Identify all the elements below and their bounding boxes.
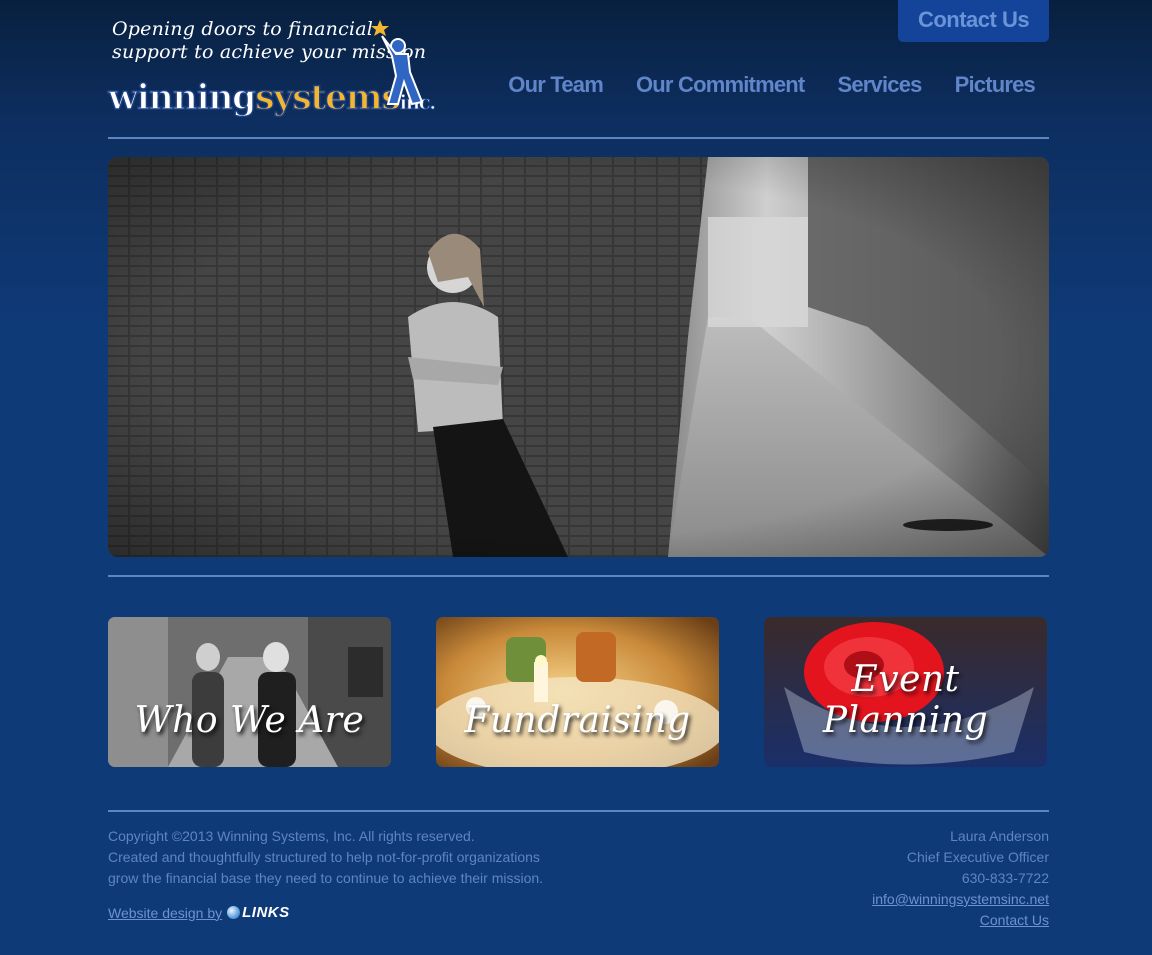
description-line-2: grow the financial base they need to con… [108, 870, 544, 886]
contact-us-button[interactable]: Contact Us [898, 0, 1049, 42]
links-logo-text: LINKS [242, 904, 290, 921]
description-line-1: Created and thoughtfully structured to h… [108, 849, 540, 865]
contact-email-link[interactable]: info@winningsystemsinc.net [872, 891, 1049, 907]
tile-who-we-are[interactable]: Who We Are [108, 617, 391, 767]
brand-winning: winning [107, 77, 257, 119]
page-container: Opening doors to financial support to ac… [107, 0, 1049, 955]
tile-label: Event Planning [822, 659, 989, 741]
footer-left: Copyright ©2013 Winning Systems, Inc. Al… [108, 826, 543, 889]
design-credit-link[interactable]: Website design by [108, 905, 222, 921]
footer-contact-us-link[interactable]: Contact Us [980, 912, 1049, 928]
header-divider [108, 137, 1049, 139]
contact-title: Chief Executive Officer [906, 849, 1049, 865]
nav-services[interactable]: Services [837, 72, 922, 98]
footer-divider [108, 810, 1049, 812]
contact-phone: 630-833-7722 [961, 870, 1049, 886]
reaching-figure-icon [371, 20, 424, 106]
site-logo[interactable]: Opening doors to financial support to ac… [107, 14, 437, 126]
footer-contact: Laura Anderson Chief Executive Officer 6… [872, 826, 1049, 931]
nav-our-commitment[interactable]: Our Commitment [636, 72, 805, 98]
main-nav: Our Team Our Commitment Services Picture… [475, 72, 1036, 98]
hero-photo-woman-in-alley [108, 157, 1049, 557]
nav-our-team[interactable]: Our Team [508, 72, 603, 98]
tile-fundraising[interactable]: Fundraising [436, 617, 719, 767]
hero-divider [108, 575, 1049, 577]
nav-pictures[interactable]: Pictures [955, 72, 1036, 98]
globe-icon [227, 906, 241, 919]
tile-label: Who We Are [134, 700, 365, 741]
links-logo[interactable]: LINKS [227, 904, 290, 921]
copyright-text: Copyright ©2013 Winning Systems, Inc. Al… [108, 828, 475, 844]
contact-name: Laura Anderson [950, 828, 1049, 844]
hero-image [108, 157, 1049, 557]
tile-photo-dinner-table [436, 617, 719, 767]
tile-label: Fundraising [464, 700, 691, 741]
tile-photo-two-women [108, 617, 391, 767]
tile-event-planning[interactable]: Event Planning [764, 617, 1047, 767]
design-credit: Website design by LINKS [108, 904, 290, 921]
